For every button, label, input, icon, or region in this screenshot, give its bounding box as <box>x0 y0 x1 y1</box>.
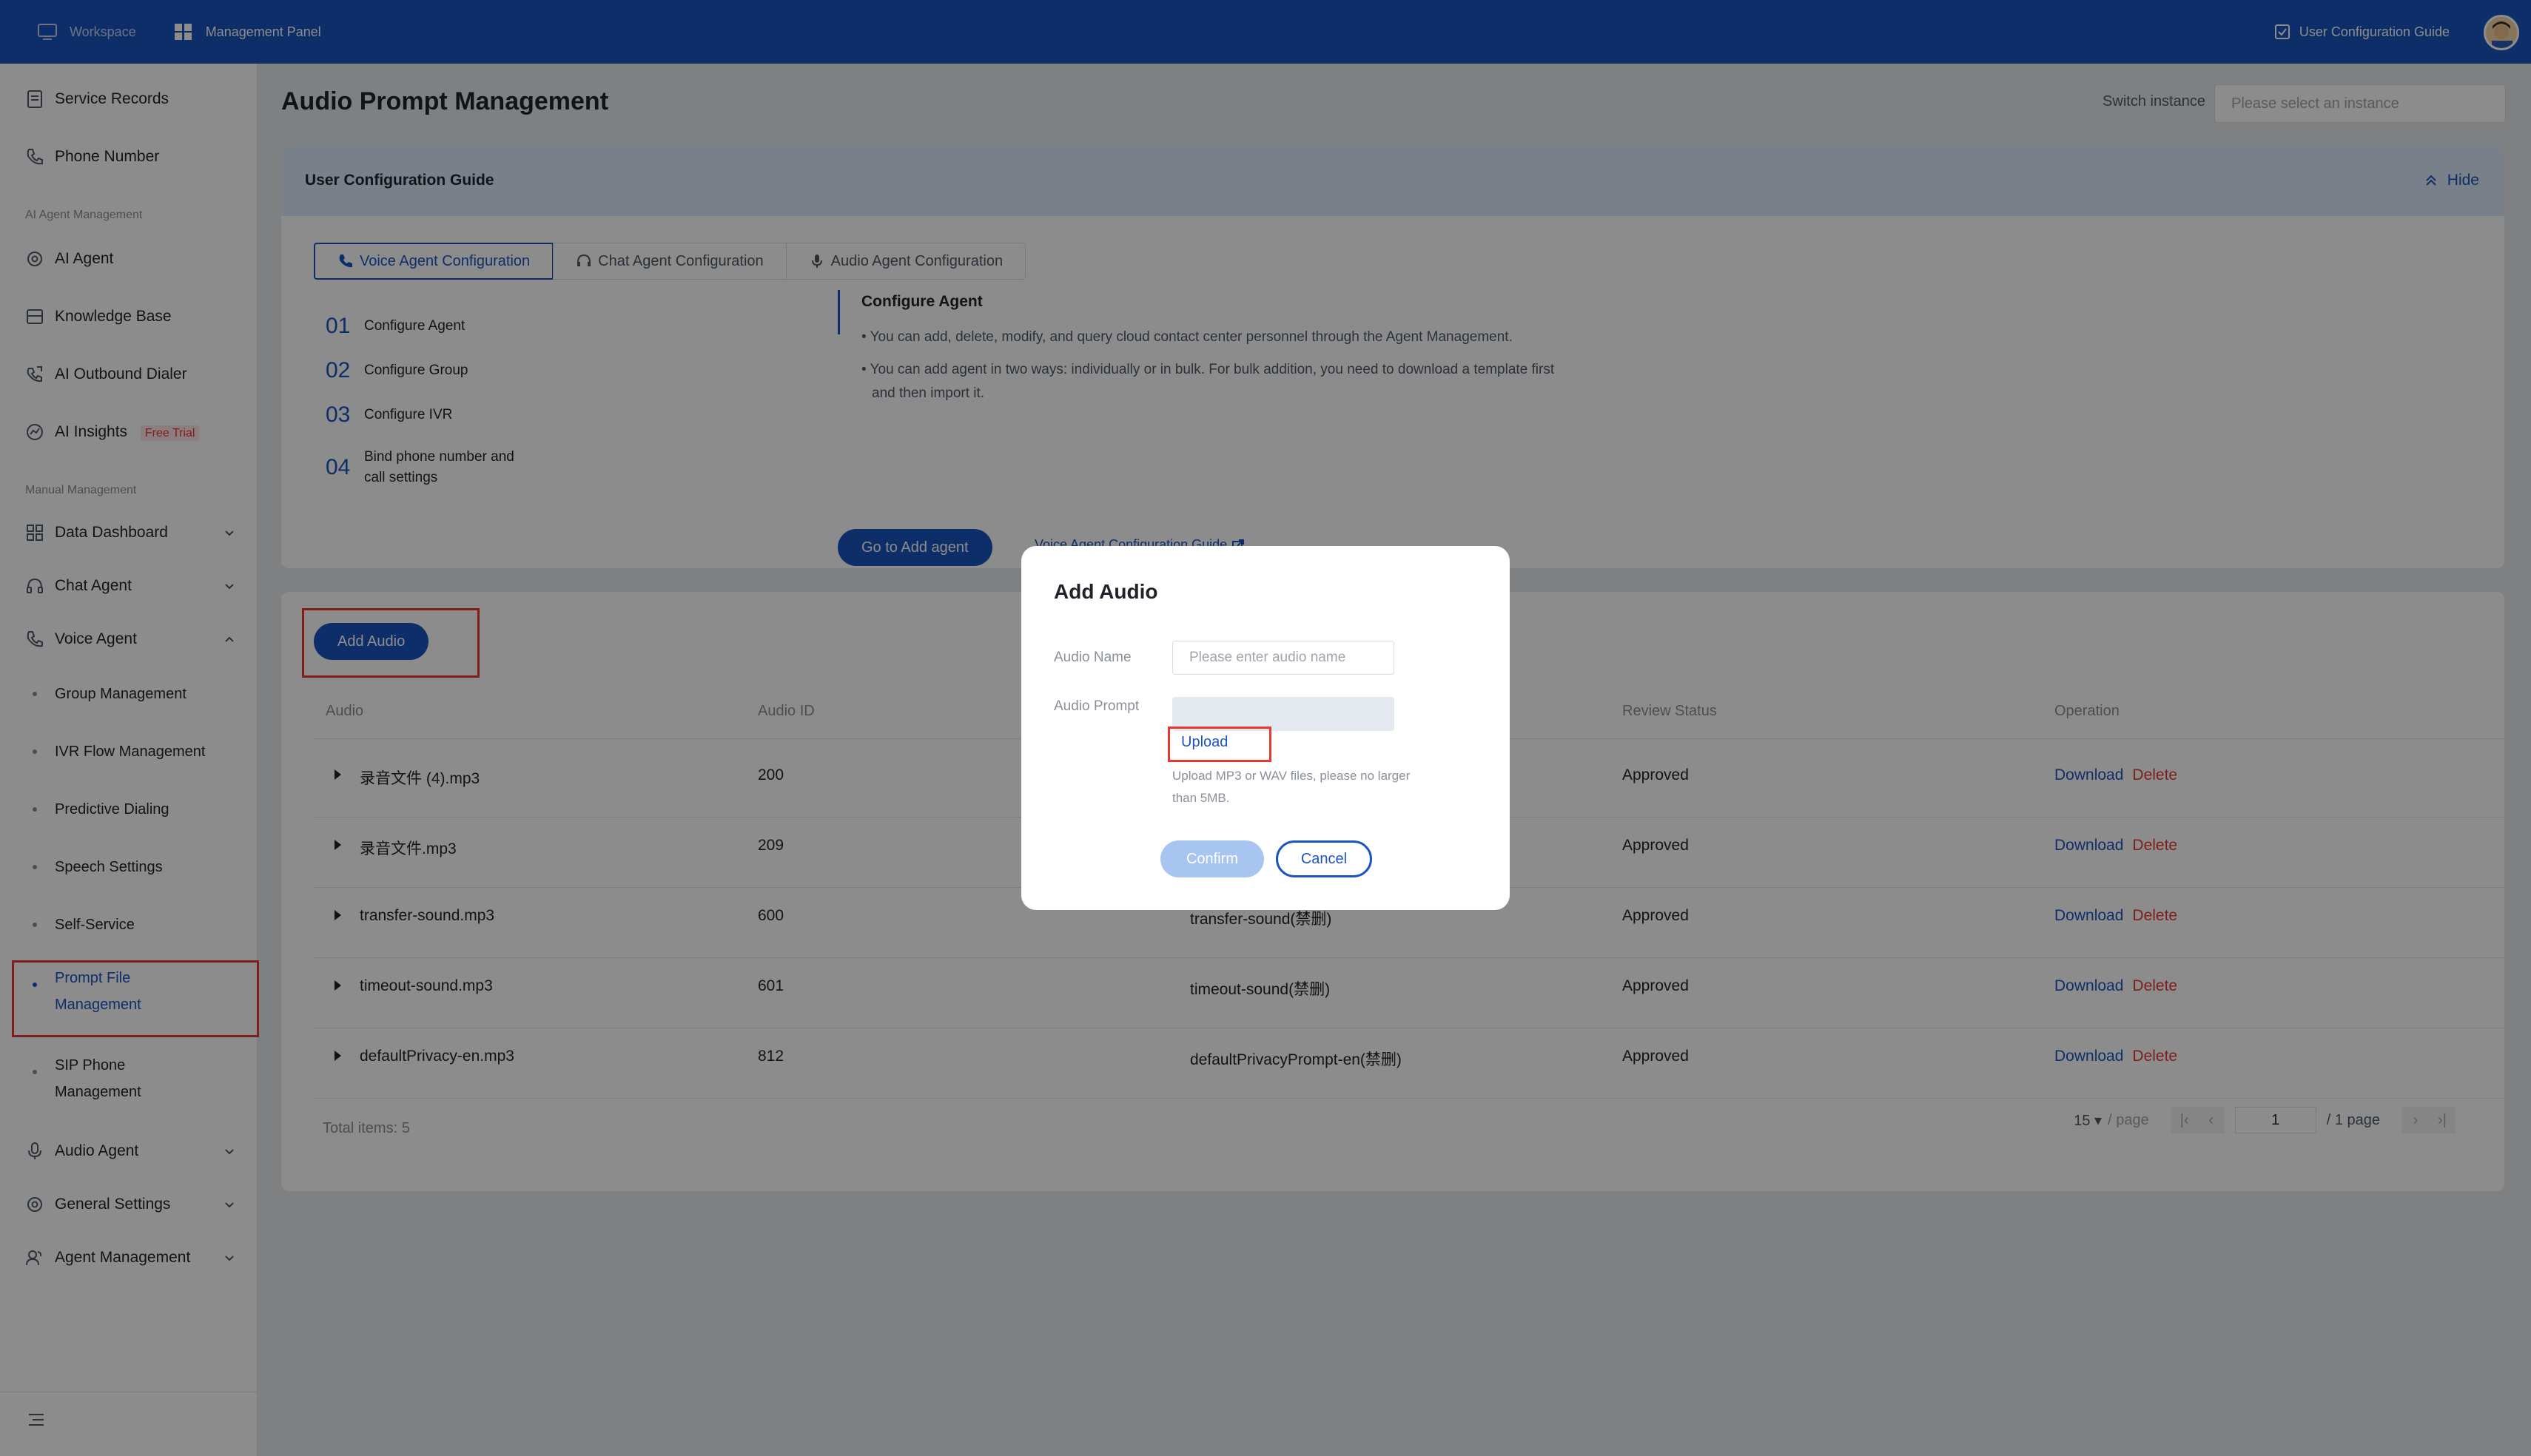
cancel-button[interactable]: Cancel <box>1276 840 1372 877</box>
upload-hint: Upload MP3 or WAV files, please no large… <box>1172 765 1453 809</box>
hint-line2: than 5MB. <box>1172 791 1230 805</box>
audio-name-label: Audio Name <box>1054 650 1132 665</box>
audio-prompt-label: Audio Prompt <box>1054 698 1140 714</box>
confirm-button[interactable]: Confirm <box>1160 840 1264 877</box>
add-audio-dialog: Add Audio Audio Name Please enter audio … <box>1021 546 1510 910</box>
hint-line1: Upload MP3 or WAV files, please no large… <box>1172 769 1411 783</box>
highlight-box <box>1168 727 1271 762</box>
audio-name-input[interactable]: Please enter audio name <box>1172 641 1394 675</box>
dialog-title: Add Audio <box>1054 580 1158 603</box>
